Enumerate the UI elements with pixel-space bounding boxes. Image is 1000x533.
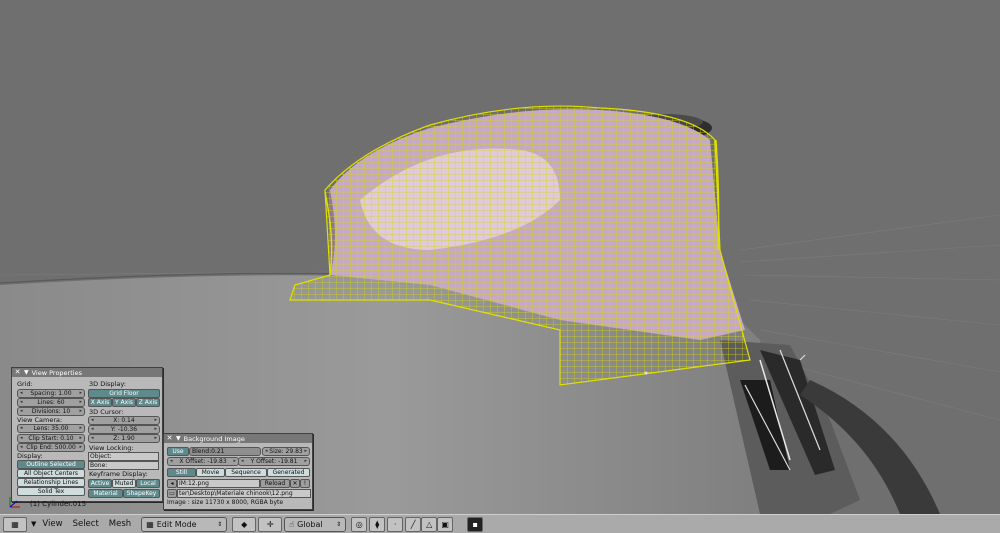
axis-gizmo-icon: [9, 497, 20, 508]
vertex-select-icon[interactable]: ·: [387, 516, 404, 532]
select-menu[interactable]: Select: [73, 519, 99, 529]
x-offset-field[interactable]: ◂ X Offset: -19.83 ▸: [167, 457, 239, 466]
view-properties-title: View Properties: [31, 368, 82, 377]
proportional-edit-icon[interactable]: ◎: [351, 516, 368, 532]
view-properties-header[interactable]: ✕ ▼ View Properties: [12, 368, 162, 377]
unlink-icon[interactable]: ✕: [290, 479, 300, 488]
outline-selected-toggle[interactable]: Outline Selected: [17, 460, 85, 469]
display-label: Display:: [17, 452, 43, 460]
keyframe-material-toggle[interactable]: Material: [88, 489, 123, 498]
3d-cursor-label: 3D Cursor:: [89, 408, 124, 416]
fake-user-icon[interactable]: !: [300, 479, 310, 488]
view3d-header: ▦ ▼ View Select Mesh ▦ Edit Mode ⇕ ◆ ✛ ☝…: [0, 514, 1000, 533]
view-menu[interactable]: View: [42, 519, 62, 529]
close-icon[interactable]: ✕: [14, 369, 21, 376]
folder-icon[interactable]: ▭: [167, 489, 177, 498]
face-select-icon[interactable]: △: [421, 516, 438, 532]
still-tab[interactable]: Still: [167, 468, 196, 477]
cursor-x-field[interactable]: ◂ X: 0.14 ▸: [88, 416, 160, 425]
view-camera-label: View Camera:: [17, 416, 63, 424]
lock-bone-field[interactable]: Bone:: [88, 461, 159, 470]
z-axis-toggle[interactable]: Z Axis: [136, 398, 160, 407]
solid-tex-toggle[interactable]: Solid Tex: [17, 487, 85, 496]
image-name-field[interactable]: IM:12.png: [177, 479, 260, 488]
bg-size-field[interactable]: ◂ Size: 29.83 ▸: [262, 447, 310, 456]
chevron-icon: ⇕: [217, 520, 223, 528]
relationship-lines-toggle[interactable]: Relationship Lines: [17, 478, 85, 487]
view-properties-panel: ✕ ▼ View Properties Grid: ◂ Spacing: 1.00…: [11, 367, 163, 502]
grid-divisions-field[interactable]: ◂ Divisions: 10 ▸: [17, 407, 85, 416]
edit-mode-icon: ▦: [146, 519, 154, 529]
snap-icon[interactable]: ⧫: [369, 516, 386, 532]
editor-type-icon[interactable]: ▦: [3, 516, 27, 532]
mode-dropdown[interactable]: ▦ Edit Mode ⇕: [141, 516, 228, 532]
y-axis-toggle[interactable]: Y Axis: [112, 398, 136, 407]
hand-icon: ☝: [289, 519, 295, 529]
pivot-point-icon[interactable]: ✛: [258, 516, 283, 532]
edge-select-icon[interactable]: ╱: [405, 516, 422, 532]
background-image-header[interactable]: ✕ ▼ Background Image: [164, 434, 312, 443]
x-axis-toggle[interactable]: X Axis: [88, 398, 112, 407]
keyframe-muted-toggle[interactable]: Muted: [112, 479, 136, 488]
mode-label: Edit Mode: [156, 519, 197, 529]
movie-tab[interactable]: Movie: [196, 468, 225, 477]
keyframe-display-label: Keyframe Display:: [89, 470, 148, 478]
keyframe-local-toggle[interactable]: Local: [136, 479, 160, 488]
chevron-icon: ⇕: [336, 520, 342, 528]
y-offset-field[interactable]: ◂ Y Offset: -19.81 ▸: [238, 457, 310, 466]
cursor-y-field[interactable]: ◂ Y: -10.36 ▸: [88, 425, 160, 434]
3d-display-label: 3D Display:: [89, 380, 126, 388]
background-image-title: Background Image: [183, 434, 245, 443]
lock-object-field[interactable]: Object:: [88, 452, 159, 461]
sequence-tab[interactable]: Sequence: [225, 468, 267, 477]
use-background-toggle[interactable]: Use: [167, 447, 189, 456]
keyframe-active-toggle[interactable]: Active: [88, 479, 112, 488]
close-icon[interactable]: ✕: [166, 435, 173, 442]
image-browse-icon[interactable]: ◂: [167, 479, 177, 488]
clip-end-field[interactable]: ◂ Clip End: 500.00 ▸: [17, 443, 85, 452]
keyframe-shapekey-toggle[interactable]: ShapeKey: [123, 489, 160, 498]
grid-lines-field[interactable]: ◂ Lines: 60 ▸: [17, 398, 85, 407]
lens-field[interactable]: ◂ Lens: 35.00 ▸: [17, 424, 85, 433]
blend-slider[interactable]: Blend:0.21: [189, 447, 261, 456]
reload-button[interactable]: Reload: [260, 479, 290, 488]
background-image-panel: ✕ ▼ Background Image Use Blend:0.21 ◂ Siz…: [163, 433, 313, 510]
grid-label: Grid:: [17, 380, 33, 388]
occlude-icon[interactable]: ▣: [437, 516, 454, 532]
collapse-triangle-icon[interactable]: ▼: [24, 369, 29, 376]
cursor-z-field[interactable]: ◂ Z: 1.90 ▸: [88, 434, 160, 443]
orientation-label: Global: [297, 519, 323, 529]
header-collapse-icon[interactable]: ▼: [31, 520, 36, 528]
render-icon[interactable]: ▪: [467, 516, 484, 532]
grid-spacing-field[interactable]: ◂ Spacing: 1.00 ▸: [17, 389, 85, 398]
generated-tab[interactable]: Generated: [267, 468, 310, 477]
image-info-text: Image : size 11730 x 8000, RGBA byte: [167, 499, 284, 506]
clip-start-field[interactable]: ◂ Clip Start: 0.10 ▸: [17, 434, 85, 443]
image-filepath-field[interactable]: ter\Desktop\Materiale chinook\12.png: [177, 489, 311, 498]
mesh-menu[interactable]: Mesh: [109, 519, 131, 529]
grid-floor-toggle[interactable]: Grid Floor: [88, 389, 160, 398]
all-object-centers-toggle[interactable]: All Object Centers: [17, 469, 85, 478]
active-object-label: (1) Cylinder.015: [30, 500, 87, 508]
collapse-triangle-icon[interactable]: ▼: [176, 435, 181, 442]
draw-type-icon[interactable]: ◆: [232, 516, 257, 532]
view-locking-label: View Locking:: [89, 444, 134, 452]
orientation-dropdown[interactable]: ☝ Global ⇕: [284, 516, 347, 532]
